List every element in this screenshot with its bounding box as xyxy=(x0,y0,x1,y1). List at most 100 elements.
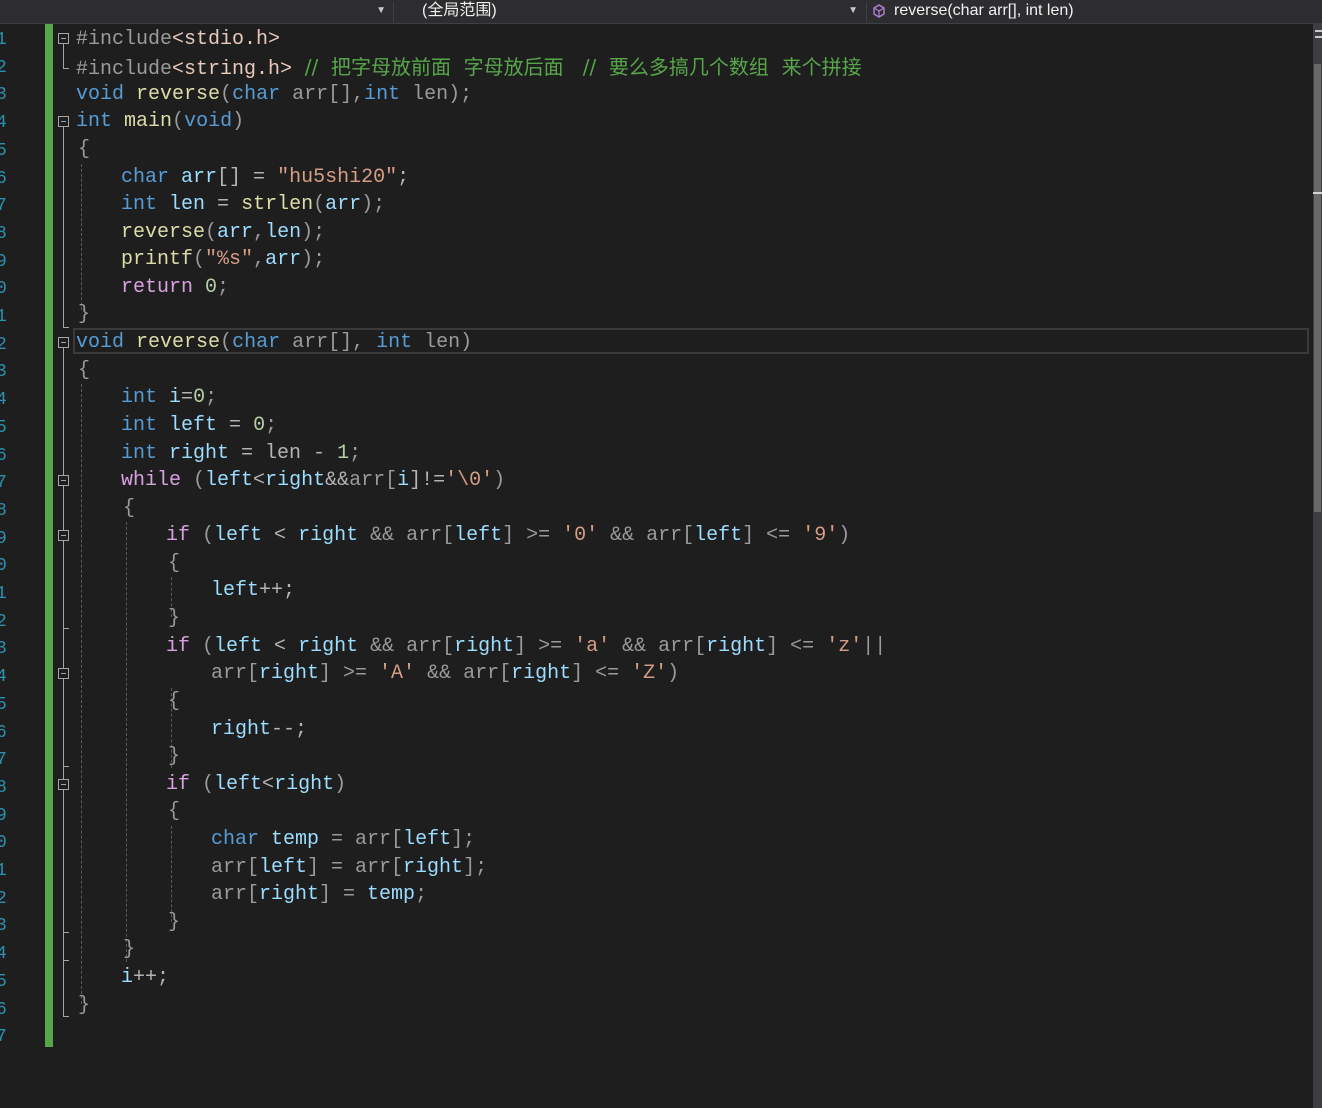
line-number: 3 xyxy=(0,362,7,383)
scope-dropdown[interactable]: (全局范围) ▼ xyxy=(396,0,864,23)
variable: arr xyxy=(181,166,218,189)
code-line: void reverse(char arr[],int len); xyxy=(76,81,472,109)
collapse-icon[interactable] xyxy=(58,668,69,679)
punct: ; xyxy=(415,883,428,906)
project-dropdown[interactable]: ▼ xyxy=(0,0,392,23)
code-line: right--; xyxy=(211,716,307,744)
keyword: int xyxy=(121,193,158,216)
code-line: } xyxy=(168,743,180,771)
punct: [ xyxy=(385,469,398,492)
nav-divider xyxy=(866,2,867,22)
fold-end xyxy=(63,932,69,933)
char-literal: '0' xyxy=(562,524,599,547)
member-dropdown[interactable]: reverse(char arr[], int len) xyxy=(868,0,1322,23)
line-number: 3 xyxy=(0,85,7,106)
variable: arr xyxy=(265,248,302,271)
code-line: arr[right] >= 'A' && arr[right] <= 'Z') xyxy=(211,660,679,688)
code-line: if (left < right && arr[right] >= 'a' &&… xyxy=(166,633,886,661)
operator: [] = xyxy=(217,166,278,189)
line-number: 2 xyxy=(0,334,7,355)
punct: ); xyxy=(361,193,386,216)
line-number: 5 xyxy=(0,694,7,715)
chevron-down-icon: ▼ xyxy=(376,5,386,16)
brace: { xyxy=(123,497,136,520)
code-line: } xyxy=(78,301,90,329)
code-line: return 0; xyxy=(121,274,229,302)
punct: ]; xyxy=(463,856,488,879)
punct: ); xyxy=(301,248,326,271)
code-line: { xyxy=(78,136,90,164)
variable: right xyxy=(706,635,767,658)
punct: ]; xyxy=(451,828,476,851)
punct: ( xyxy=(220,83,233,106)
split-editor-icon[interactable] xyxy=(1315,30,1322,38)
keyword: char xyxy=(121,166,170,189)
punct: ( xyxy=(181,469,206,492)
variable: right xyxy=(211,718,272,741)
collapse-icon[interactable] xyxy=(58,33,69,44)
variable: arr[ xyxy=(211,856,260,879)
line-number: 9 xyxy=(0,805,7,826)
keyword: int xyxy=(364,83,401,106)
code-line: int right = len - 1; xyxy=(121,440,361,468)
preprocessor: #include xyxy=(76,58,173,81)
code-line: } xyxy=(168,605,180,633)
punct: ) xyxy=(334,773,347,796)
punct: ( xyxy=(220,331,233,354)
variable: i xyxy=(397,469,410,492)
code-line: int i=0; xyxy=(121,384,217,412)
operator: = arr[ xyxy=(319,828,404,851)
operator: || xyxy=(862,635,887,658)
collapse-icon[interactable] xyxy=(58,116,69,127)
variable: right xyxy=(259,662,320,685)
collapse-icon[interactable] xyxy=(58,337,69,348)
string-literal: "hu5shi20" xyxy=(277,166,398,189)
number-literal: 0 xyxy=(253,414,266,437)
variable: right xyxy=(298,635,359,658)
operator: < xyxy=(262,524,299,547)
variable: right xyxy=(169,442,230,465)
code-editor[interactable]: 1 2 3 4 5 6 7 8 9 0 1 2 3 4 5 6 7 8 9 0 1 2 3 4 5 6 7 8 9 0 1 2 3 4 5 6 7 #i… xyxy=(0,24,1313,1108)
code-line: arr[left] = arr[right]; xyxy=(211,854,487,882)
char-literal: 'z' xyxy=(826,635,863,658)
operator: ] >= xyxy=(319,662,380,685)
code-line: int main(void) xyxy=(76,108,244,136)
variable: arr xyxy=(217,221,254,244)
indent-guide xyxy=(171,826,172,922)
collapse-icon[interactable] xyxy=(58,530,69,541)
punct: ; xyxy=(397,166,410,189)
operator: ]!= xyxy=(409,469,446,492)
punct: ( xyxy=(313,193,326,216)
variable: left xyxy=(454,524,503,547)
line-number: 9 xyxy=(0,528,7,549)
scrollbar-thumb[interactable] xyxy=(1314,64,1321,512)
code-line: void reverse(char arr[], int len) xyxy=(76,329,472,357)
code-line: reverse(arr,len); xyxy=(121,219,325,247)
code-line: int len = strlen(arr); xyxy=(121,191,385,219)
collapse-icon[interactable] xyxy=(58,779,69,790)
line-number: 4 xyxy=(0,390,7,411)
variable: i xyxy=(169,386,182,409)
line-number: 2 xyxy=(0,888,7,909)
code-line: { xyxy=(78,357,90,385)
method-icon xyxy=(873,4,885,18)
brace: { xyxy=(78,359,91,382)
brace: } xyxy=(168,745,181,768)
operator: && arr[ xyxy=(598,524,695,547)
code-line: char arr[] = "hu5shi20"; xyxy=(121,164,409,192)
brace: } xyxy=(168,607,181,630)
function-name: reverse xyxy=(121,221,206,244)
vertical-scrollbar[interactable] xyxy=(1313,24,1322,1108)
line-number: 7 xyxy=(0,196,7,217)
line-number: 6 xyxy=(0,999,7,1020)
keyword: char xyxy=(232,83,281,106)
param: arr[], xyxy=(280,83,365,106)
collapse-icon[interactable] xyxy=(58,475,69,486)
operator: ] >= xyxy=(514,635,575,658)
operator: < xyxy=(262,773,275,796)
line-number: 8 xyxy=(0,777,7,798)
line-number: 6 xyxy=(0,168,7,189)
